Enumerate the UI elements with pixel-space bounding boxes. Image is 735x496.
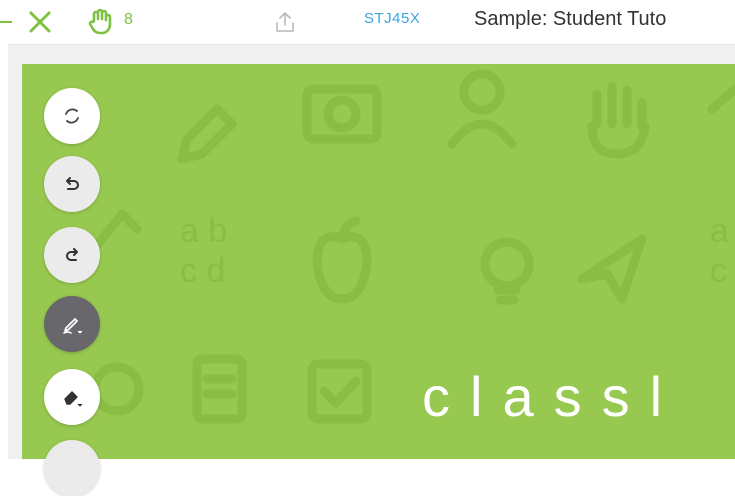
paper-plane-pattern-icon [577,234,647,304]
class-name-title: Sample: Student Tuto [474,8,667,30]
redo-icon [66,248,78,261]
whiteboard-canvas[interactable]: a b c d a c classl [22,64,735,459]
pattern-letters-cd: c d [180,252,225,290]
redo-tool-button[interactable] [44,227,100,283]
pen-tool-button[interactable] [44,296,100,352]
refresh-icon [65,108,79,124]
pencil-pattern-icon [177,104,237,164]
refresh-tool-button[interactable] [44,88,100,144]
checkmark-pattern-icon [319,376,361,408]
circle-pattern-icon [90,362,144,416]
envelope-pattern-icon [707,84,735,114]
more-tool-button[interactable] [44,440,100,496]
camera-lens-pattern-icon [323,95,361,133]
notepad-lines-pattern-icon [202,374,237,399]
pattern-letters-ab: a b [180,212,227,250]
raised-hands-count: 8 [124,11,133,28]
lightbulb-base-pattern-icon [493,285,521,305]
top-bar: 8 STJ45X Sample: Student Tuto [0,0,735,44]
person-body-pattern-icon [447,119,517,149]
eraser-icon [64,391,83,407]
raised-hands-indicator[interactable] [88,7,114,35]
pattern-letter-c: c [710,252,727,290]
undo-tool-button[interactable] [44,156,100,212]
lightbulb-pattern-icon [480,237,534,291]
pen-icon [63,318,83,334]
undo-icon [66,177,79,190]
header-divider [8,44,735,45]
close-icon [29,11,51,33]
close-button[interactable] [24,6,56,38]
hand-pattern-icon [587,81,650,159]
person-pattern-icon [459,69,505,115]
back-dash-indicator [0,21,12,23]
apple-pattern-icon [312,216,372,304]
class-code[interactable]: STJ45X [364,10,420,27]
share-upload-button[interactable] [272,9,298,35]
eraser-tool-button[interactable] [44,369,100,425]
raised-hand-icon [88,8,112,35]
pattern-letter-a: a [710,212,729,250]
classkick-wordmark: classl [422,365,683,428]
upload-icon [276,12,294,32]
notepad-pattern-icon [192,354,247,424]
